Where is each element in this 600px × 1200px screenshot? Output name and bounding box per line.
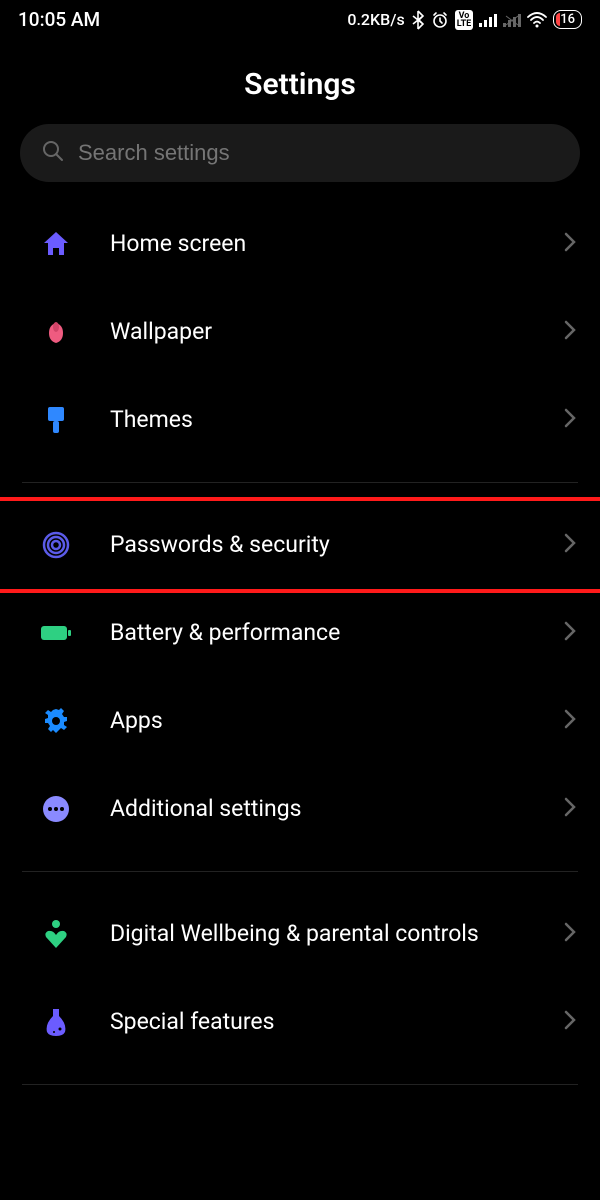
battery-icon: 16 <box>553 10 582 29</box>
row-apps[interactable]: Apps <box>0 677 600 765</box>
heart-icon <box>38 916 74 952</box>
battery-icon <box>38 615 74 651</box>
row-wellbeing[interactable]: Digital Wellbeing & parental controls <box>0 890 600 978</box>
search-input[interactable] <box>78 140 558 166</box>
chevron-right-icon <box>564 533 576 557</box>
row-label: Passwords & security <box>110 530 528 560</box>
status-bar: 10:05 AM 0.2KB/s VoLTE 16 <box>0 0 600 39</box>
status-net-speed: 0.2KB/s <box>347 10 404 29</box>
chevron-right-icon <box>564 621 576 645</box>
row-themes[interactable]: Themes <box>0 376 600 464</box>
row-battery-performance[interactable]: Battery & performance <box>0 589 600 677</box>
chevron-right-icon <box>564 408 576 432</box>
alarm-icon <box>431 11 449 29</box>
row-passwords-security[interactable]: Passwords & security <box>0 501 600 589</box>
page-title: Settings <box>0 67 600 102</box>
chevron-right-icon <box>564 232 576 256</box>
fingerprint-icon <box>38 527 74 563</box>
row-special-features[interactable]: Special features <box>0 978 600 1066</box>
chevron-right-icon <box>564 922 576 946</box>
wifi-icon <box>527 12 547 28</box>
status-right: 0.2KB/s VoLTE 16 <box>347 10 582 30</box>
chevron-right-icon <box>564 320 576 344</box>
brush-icon <box>38 402 74 438</box>
status-time: 10:05 AM <box>18 8 100 31</box>
row-label: Special features <box>110 1007 528 1037</box>
divider <box>22 1084 578 1085</box>
row-additional-settings[interactable]: Additional settings <box>0 765 600 853</box>
gear-icon <box>38 703 74 739</box>
chevron-right-icon <box>564 1010 576 1034</box>
search-bar[interactable] <box>20 124 580 182</box>
flower-icon <box>38 314 74 350</box>
divider <box>22 482 578 483</box>
dots-icon <box>38 791 74 827</box>
divider <box>22 871 578 872</box>
row-wallpaper[interactable]: Wallpaper <box>0 288 600 376</box>
home-icon <box>38 226 74 262</box>
volte-icon: VoLTE <box>455 10 474 30</box>
signal-2-icon <box>503 13 521 27</box>
row-label: Apps <box>110 706 528 736</box>
signal-1-icon <box>479 13 497 27</box>
row-label: Additional settings <box>110 794 528 824</box>
settings-list: Home screen Wallpaper Themes Passwords &… <box>0 200 600 1085</box>
row-label: Wallpaper <box>110 317 528 347</box>
bluetooth-icon <box>411 10 425 30</box>
chevron-right-icon <box>564 709 576 733</box>
row-label: Home screen <box>110 229 528 259</box>
row-label: Battery & performance <box>110 618 528 648</box>
search-icon <box>42 140 64 166</box>
chevron-right-icon <box>564 797 576 821</box>
row-home-screen[interactable]: Home screen <box>0 200 600 288</box>
row-label: Themes <box>110 405 528 435</box>
row-label: Digital Wellbeing & parental controls <box>110 919 528 949</box>
flask-icon <box>38 1004 74 1040</box>
